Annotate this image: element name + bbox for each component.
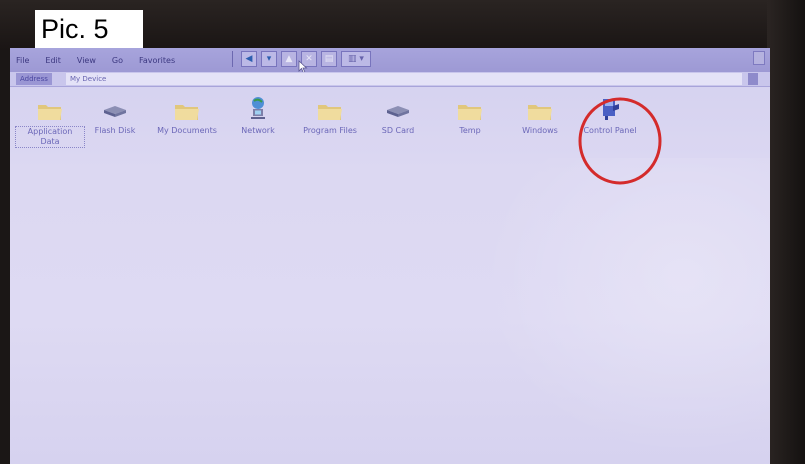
address-label: Address (16, 73, 52, 85)
address-input[interactable]: My Device (66, 73, 742, 85)
file-item-windows[interactable]: Windows (505, 100, 575, 136)
up-folder-icon[interactable]: ▲ (281, 51, 297, 67)
menu-go[interactable]: Go (112, 56, 123, 65)
address-bar: Address My Device (10, 72, 770, 87)
folder-icon (175, 105, 199, 120)
folder-icon (38, 105, 62, 120)
folder-icon (528, 105, 552, 120)
file-label: Application Data (15, 126, 85, 148)
file-item-flash-disk[interactable]: Flash Disk (80, 100, 150, 136)
file-label: Flash Disk (94, 126, 136, 135)
menu-view[interactable]: View (77, 56, 96, 65)
file-label: Network (241, 126, 275, 135)
file-label: Windows (522, 126, 558, 135)
picture-caption: Pic. 5 (35, 10, 143, 48)
menu-favorites[interactable]: Favorites (139, 56, 175, 65)
drive-icon (387, 106, 409, 117)
file-item-sd-card[interactable]: SD Card (363, 100, 433, 136)
menu-edit[interactable]: Edit (45, 56, 61, 65)
back-arrow-icon[interactable]: ◀ (241, 51, 257, 67)
file-item-application-data[interactable]: Application Data (15, 100, 85, 148)
file-label: Program Files (303, 126, 357, 135)
dropdown-icon[interactable]: ▾ (261, 51, 277, 67)
views-icon[interactable]: ▥ ▾ (341, 51, 371, 67)
highlight-circle (578, 97, 662, 185)
properties-icon[interactable]: ▤ (321, 51, 337, 67)
network-icon (251, 97, 265, 119)
address-dropdown-icon[interactable] (748, 73, 758, 85)
file-label: Temp (459, 126, 481, 135)
menu-file[interactable]: File (16, 56, 29, 65)
file-label: SD Card (381, 126, 415, 135)
monitor-bezel-right (767, 0, 805, 464)
menubar: File Edit View Go Favorites (10, 48, 770, 72)
file-item-network[interactable]: Network (223, 94, 293, 136)
close-button[interactable] (753, 51, 765, 65)
file-item-temp[interactable]: Temp (435, 100, 505, 136)
file-item-program-files[interactable]: Program Files (295, 100, 365, 136)
folder-icon (318, 105, 342, 120)
file-item-my-documents[interactable]: My Documents (152, 100, 222, 136)
toolbar-separator (232, 51, 233, 67)
folder-icon (458, 105, 482, 120)
file-label: My Documents (157, 126, 217, 135)
drive-icon (104, 106, 126, 117)
